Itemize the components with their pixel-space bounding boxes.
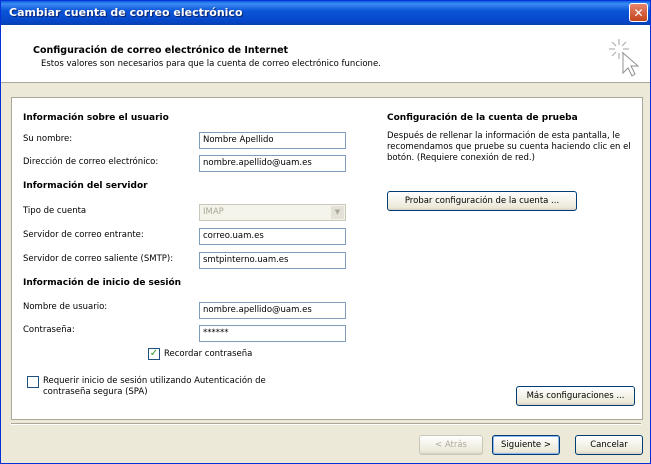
outgoing-server-label: Servidor de correo saliente (SMTP): xyxy=(23,254,174,264)
dialog-header: Configuración de correo electrónico de I… xyxy=(1,25,650,83)
header-title: Configuración de correo electrónico de I… xyxy=(33,45,289,56)
user-info-heading: Información sobre el usuario xyxy=(23,113,169,123)
incoming-server-input[interactable]: correo.uam.es xyxy=(199,228,346,245)
account-type-select: IMAP ▼ xyxy=(199,204,346,221)
remember-password-checkbox[interactable]: ✓ xyxy=(148,348,160,360)
server-info-heading: Información del servidor xyxy=(23,181,148,191)
username-input[interactable]: nombre.apellido@uam.es xyxy=(199,302,346,319)
email-input[interactable]: nombre.apellido@uam.es xyxy=(199,155,346,172)
header-subtitle: Estos valores son necesarios para que la… xyxy=(41,59,381,69)
cancel-button-label: Cancelar xyxy=(590,440,628,450)
password-label: Contraseña: xyxy=(23,325,75,335)
name-input[interactable]: Nombre Apellido xyxy=(199,132,346,149)
title-bar[interactable]: Cambiar cuenta de correo electrónico ✕ xyxy=(1,1,650,25)
incoming-server-label: Servidor de correo entrante: xyxy=(23,230,144,240)
footer-separator xyxy=(11,423,641,425)
test-account-button-label: Probar configuración de la cuenta ... xyxy=(404,196,560,206)
window-title: Cambiar cuenta de correo electrónico xyxy=(9,6,243,19)
close-button[interactable]: ✕ xyxy=(629,3,648,22)
dialog-window: Cambiar cuenta de correo electrónico ✕ C… xyxy=(0,0,651,464)
name-label: Su nombre: xyxy=(23,134,73,144)
account-type-label: Tipo de cuenta xyxy=(23,206,87,216)
chevron-down-icon: ▼ xyxy=(331,206,344,219)
email-label: Dirección de correo electrónico: xyxy=(23,157,159,167)
spa-label: Requerir inicio de sesión utilizando Aut… xyxy=(43,376,266,397)
back-button[interactable]: < Atrás xyxy=(419,435,483,455)
outgoing-server-input[interactable]: smtpinterno.uam.es xyxy=(199,252,346,269)
spa-checkbox[interactable] xyxy=(27,376,39,388)
test-account-button[interactable]: Probar configuración de la cuenta ... xyxy=(387,191,577,211)
more-settings-button-label: Más configuraciones ... xyxy=(526,391,625,401)
next-button[interactable]: Siguiente > xyxy=(492,435,560,455)
account-type-value: IMAP xyxy=(203,207,224,217)
password-input[interactable]: ****** xyxy=(199,325,346,342)
more-settings-button[interactable]: Más configuraciones ... xyxy=(516,386,635,406)
username-label: Nombre de usuario: xyxy=(23,302,108,312)
close-icon: ✕ xyxy=(633,6,644,20)
remember-password-label: Recordar contraseña xyxy=(164,349,253,359)
cancel-button[interactable]: Cancelar xyxy=(575,435,643,455)
test-settings-heading: Configuración de la cuenta de prueba xyxy=(387,113,578,123)
cursor-sparkle-icon xyxy=(609,39,640,77)
login-info-heading: Información de inicio de sesión xyxy=(23,278,182,288)
settings-panel: Información sobre el usuario Su nombre: … xyxy=(11,97,643,420)
next-button-label: Siguiente > xyxy=(501,440,551,450)
back-button-label: < Atrás xyxy=(435,440,467,450)
test-description: Después de rellenar la información de es… xyxy=(387,131,631,163)
checkmark-icon: ✓ xyxy=(149,348,159,359)
